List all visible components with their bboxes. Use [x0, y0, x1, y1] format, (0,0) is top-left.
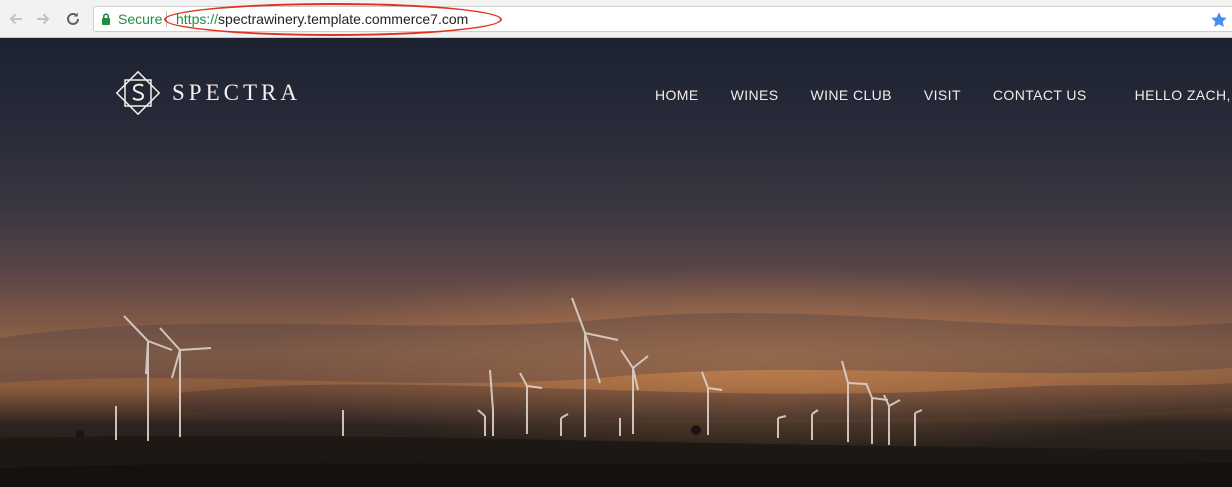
back-arrow-icon — [9, 13, 22, 25]
brand-name: SPECTRA — [172, 80, 301, 105]
account-greeting[interactable]: HELLO ZACH, L — [1135, 87, 1232, 103]
lock-icon — [102, 13, 110, 25]
reload-icon — [67, 12, 79, 25]
forward-arrow-icon — [37, 13, 50, 25]
url-host: spectrawinery.template.commerce7.com — [218, 11, 469, 27]
secure-label: Secure — [118, 11, 163, 27]
forward-button[interactable] — [33, 9, 53, 29]
browser-toolbar: Secure https://spectrawinery.template.co… — [0, 0, 1232, 38]
hero-banner: SPECTRA HOME WINES WINE CLUB VISIT CONTA… — [0, 38, 1232, 487]
omnibox-divider — [166, 11, 167, 27]
nav-wines[interactable]: WINES — [731, 87, 779, 103]
main-navigation: HOME WINES WINE CLUB VISIT CONTACT US HE… — [655, 87, 1232, 103]
nav-contact-us[interactable]: CONTACT US — [993, 87, 1087, 103]
nav-wine-club[interactable]: WINE CLUB — [811, 87, 892, 103]
back-button[interactable] — [6, 9, 26, 29]
url-text[interactable]: https://spectrawinery.template.commerce7… — [176, 11, 468, 27]
nav-home[interactable]: HOME — [655, 87, 699, 103]
star-icon[interactable] — [1210, 11, 1228, 29]
url-scheme: https:// — [176, 11, 219, 27]
nav-visit[interactable]: VISIT — [924, 87, 961, 103]
address-bar[interactable]: Secure https://spectrawinery.template.co… — [93, 3, 1232, 36]
site-logo[interactable]: SPECTRA — [114, 68, 301, 118]
reload-button[interactable] — [63, 9, 83, 29]
spectra-logo-icon — [115, 70, 161, 116]
